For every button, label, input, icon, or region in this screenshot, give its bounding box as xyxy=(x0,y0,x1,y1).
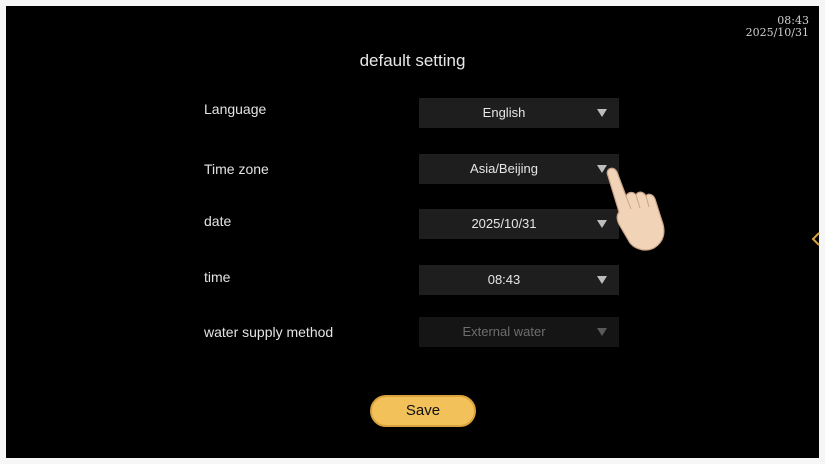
water-supply-select: External water xyxy=(419,317,619,347)
pointing-hand-icon xyxy=(606,167,665,251)
chevron-down-icon xyxy=(597,109,607,117)
time-label: time xyxy=(204,269,231,285)
chevron-left-icon[interactable] xyxy=(811,232,821,246)
chevron-down-icon xyxy=(597,328,607,336)
device-screen: 08:43 2025/10/31 default setting Languag… xyxy=(6,6,821,458)
time-zone-label: Time zone xyxy=(204,161,269,177)
clock-date: 2025/10/31 xyxy=(745,26,809,39)
language-label: Language xyxy=(204,101,267,117)
date-select[interactable]: 2025/10/31 xyxy=(419,209,619,239)
water-supply-value: External water xyxy=(462,324,546,339)
time-value: 08:43 xyxy=(487,272,521,287)
language-select[interactable]: English xyxy=(419,98,619,128)
date-value: 2025/10/31 xyxy=(471,216,537,231)
save-button[interactable]: Save xyxy=(370,395,476,427)
time-zone-value: Asia/Beijing xyxy=(470,161,538,176)
time-zone-select[interactable]: Asia/Beijing xyxy=(419,154,619,184)
date-label: date xyxy=(204,213,232,229)
water-supply-label: water supply method xyxy=(204,324,334,340)
page-title: default setting xyxy=(359,51,466,70)
language-value: English xyxy=(482,105,526,120)
time-select[interactable]: 08:43 xyxy=(419,265,619,295)
chevron-down-icon xyxy=(597,276,607,284)
status-clock: 08:43 2025/10/31 xyxy=(746,15,809,39)
